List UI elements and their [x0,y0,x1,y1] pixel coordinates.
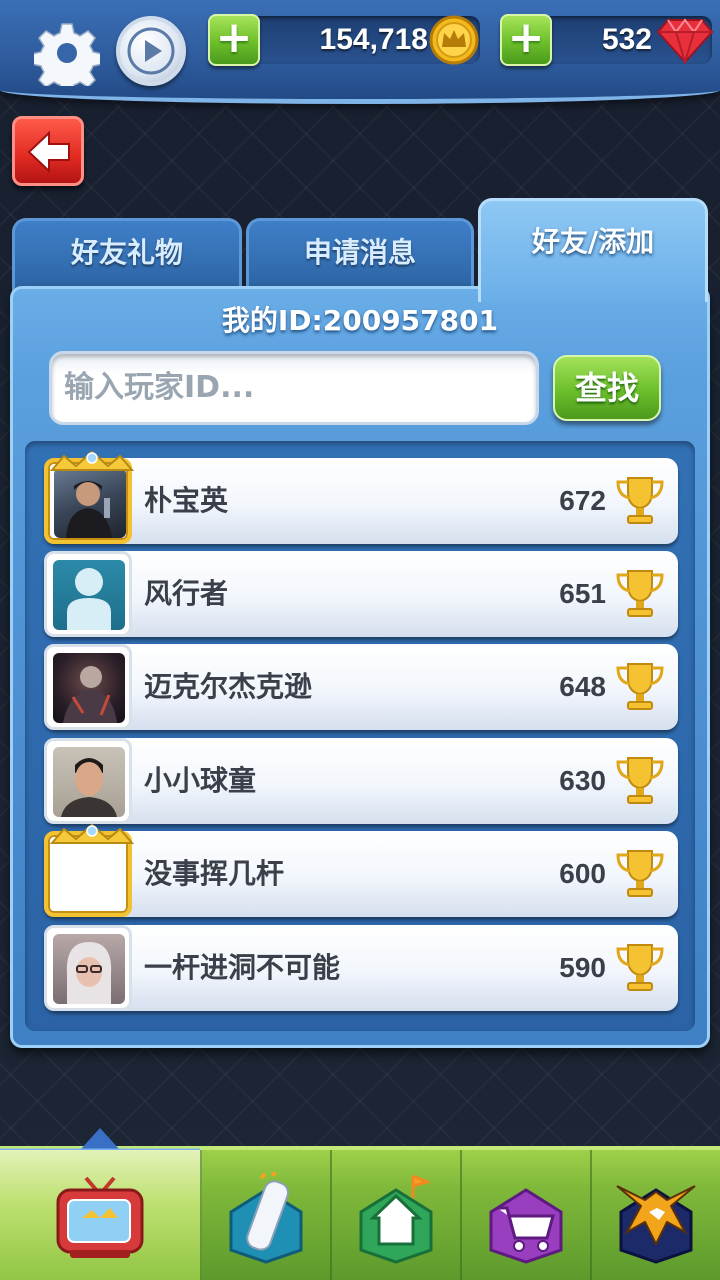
gem-amount: 532 [601,23,652,56]
avatar-photo [53,653,125,723]
back-arrow-icon [27,130,70,174]
player-id-search-input[interactable]: 输入玩家ID... [49,351,539,425]
friend-score: 651 [559,578,606,609]
crown-icon [50,823,134,844]
eagle-emblem-icon [616,1185,696,1264]
avatar[interactable] [44,738,132,824]
crown-coin-icon [429,15,479,65]
trophy-icon [616,663,664,710]
friend-row[interactable]: 一杆进洞不可能 590 [44,925,678,1011]
friend-row[interactable]: 没事挥几杆 600 [44,823,678,917]
friend-row[interactable]: 迈克尔杰克逊 648 [44,644,678,730]
top-bar: + 154,718 + 532 [0,0,720,104]
gear-icon[interactable] [34,20,100,86]
avatar[interactable] [44,644,132,730]
play-button[interactable] [116,16,186,86]
friend-score: 630 [559,765,606,796]
bottom-nav [0,1128,720,1280]
friend-row[interactable]: 小小球童 630 [44,738,678,824]
friend-name: 朴宝英 [144,484,229,517]
friend-name: 一杆进洞不可能 [144,951,341,984]
default-avatar-icon [53,560,125,630]
trophy-icon [616,477,664,524]
trophy-icon [616,850,664,897]
my-player-id: 我的ID:200957801 [221,304,499,337]
friend-row[interactable]: 风行者 651 [44,551,678,637]
tv-icon [56,1176,144,1258]
friend-score: 590 [559,952,606,983]
avatar[interactable] [44,551,132,637]
back-button[interactable] [12,116,84,186]
home-icon [359,1174,433,1264]
friend-name: 风行者 [144,577,229,610]
friend-row[interactable]: 朴宝英 672 [44,450,678,544]
nav-selection-indicator [0,1128,200,1150]
shopping-cart-icon [489,1188,563,1264]
trophy-icon [616,570,664,617]
trophy-icon [616,757,664,804]
avatar-photo [53,934,125,1004]
avatar-photo [54,468,126,538]
friend-name: 小小球童 [144,764,257,797]
avatar[interactable] [44,450,134,544]
golf-bag-icon [229,1172,303,1264]
nav-tv[interactable] [0,1150,202,1280]
trophy-icon [616,944,664,991]
avatar[interactable] [44,823,134,917]
crown-icon [50,450,134,471]
friend-score: 672 [559,485,606,516]
friend-name: 没事挥几杆 [144,857,285,890]
avatar[interactable] [44,925,132,1011]
avatar-photo [53,747,125,817]
add-coins-button[interactable]: + [208,14,260,66]
nav-home[interactable] [332,1150,462,1280]
search-button[interactable]: 查找 [553,355,661,421]
friend-score: 600 [559,858,606,889]
nav-club[interactable] [592,1150,720,1280]
avatar-empty [54,841,126,911]
friend-name: 迈克尔杰克逊 [144,670,313,703]
coin-counter: + 154,718 [208,14,480,66]
tab-friends-add[interactable]: 好友/添加 [478,198,708,302]
ruby-gem-icon [656,18,714,64]
play-icon [127,27,175,75]
gem-counter: + 532 [500,14,714,66]
nav-shop[interactable] [462,1150,592,1280]
coin-amount: 154,718 [319,23,428,56]
friend-score: 648 [559,671,606,702]
add-gems-button[interactable]: + [500,14,552,66]
nav-golf-bag[interactable] [202,1150,332,1280]
